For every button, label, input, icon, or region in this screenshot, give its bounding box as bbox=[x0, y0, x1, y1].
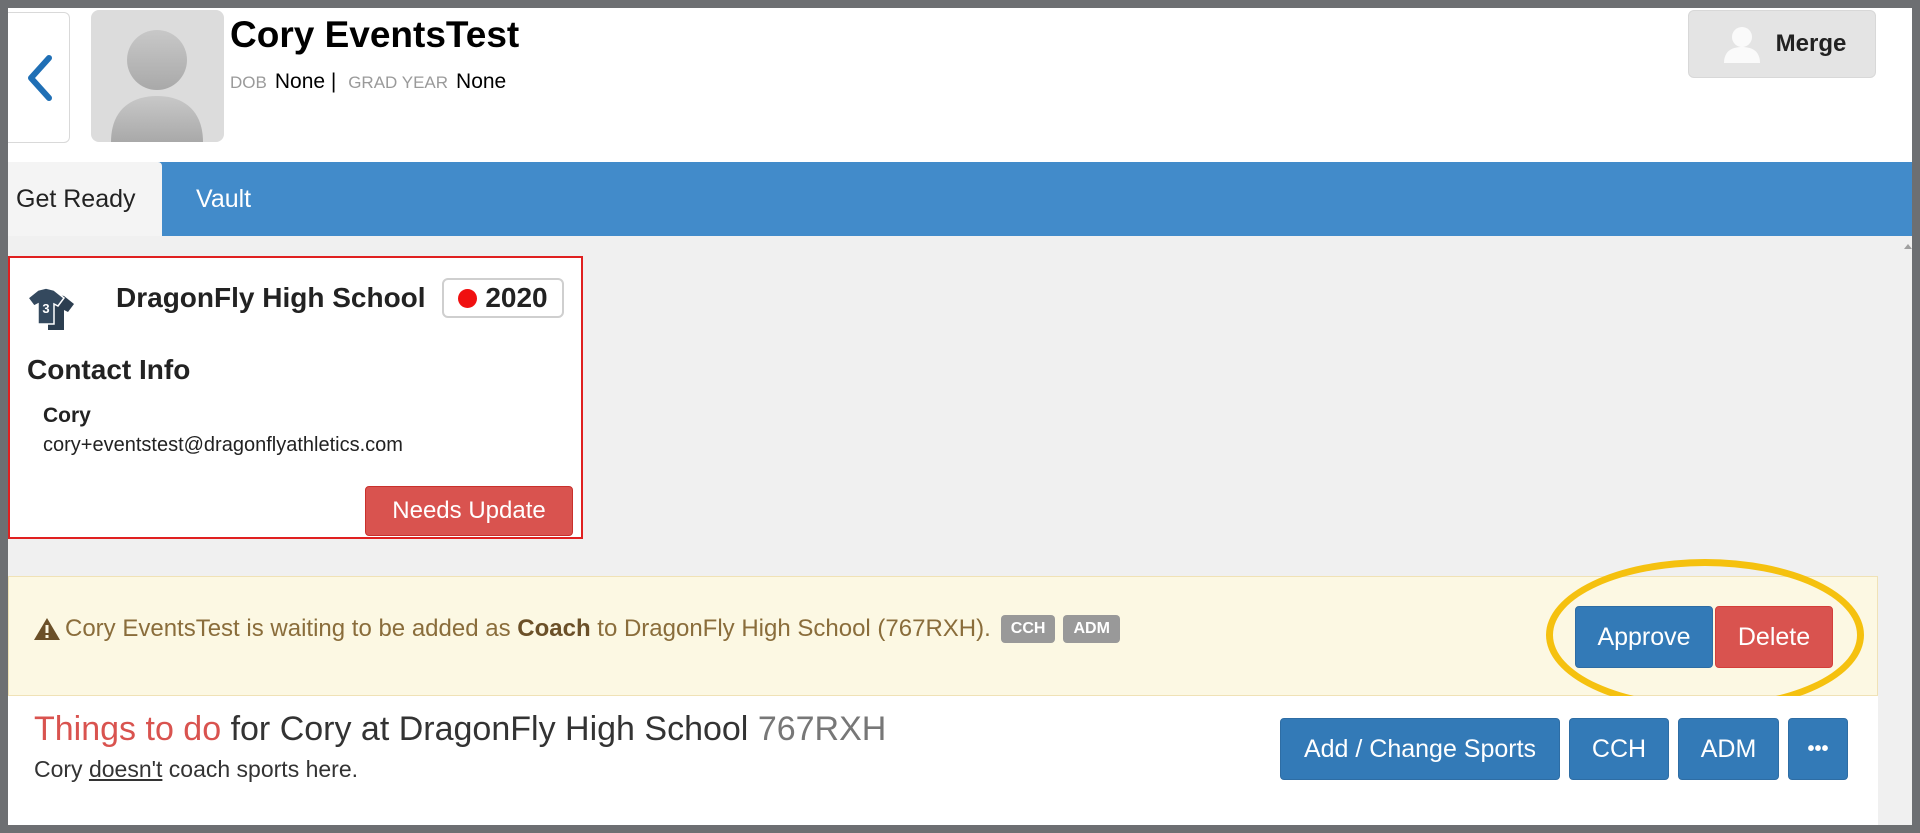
grad-year-value: None bbox=[456, 70, 507, 93]
warning-icon bbox=[34, 618, 60, 640]
tab-bar: Get Ready Vault bbox=[8, 162, 1912, 236]
chevron-left-icon bbox=[27, 54, 52, 101]
back-button[interactable] bbox=[8, 12, 70, 143]
contact-name: Cory bbox=[43, 404, 91, 427]
meta-separator: | bbox=[330, 70, 337, 93]
more-options-button[interactable]: ••• bbox=[1788, 718, 1848, 780]
profile-meta: DOB None | GRAD YEAR None bbox=[230, 70, 506, 94]
title-highlight: Things to do bbox=[34, 710, 222, 748]
grad-year-label: GRAD YEAR bbox=[348, 73, 449, 92]
dob-label: DOB bbox=[230, 73, 267, 92]
merge-button[interactable]: Merge bbox=[1688, 10, 1876, 78]
contact-info-heading: Contact Info bbox=[27, 354, 191, 385]
profile-name: Cory EventsTest bbox=[230, 14, 520, 55]
add-change-sports-button[interactable]: Add / Change Sports bbox=[1280, 718, 1560, 780]
cch-button[interactable]: CCH bbox=[1569, 718, 1669, 780]
adm-badge: ADM bbox=[1063, 615, 1120, 643]
things-to-do-subtitle: Cory doesn't coach sports here. bbox=[34, 756, 358, 783]
sub-after: coach sports here. bbox=[168, 756, 359, 782]
alert-text-before: Cory EventsTest is waiting to be added a… bbox=[65, 615, 511, 642]
avatar bbox=[91, 10, 224, 142]
title-middle: for Cory at DragonFly High School bbox=[230, 710, 749, 748]
app-window: Cory EventsTest DOB None | GRAD YEAR None … bbox=[8, 8, 1912, 825]
dob-value: None bbox=[274, 70, 326, 93]
tab-get-ready[interactable]: Get Ready bbox=[8, 162, 162, 236]
cch-badge: CCH bbox=[1000, 615, 1056, 643]
red-dot-icon bbox=[458, 288, 478, 308]
alert-role: Coach bbox=[517, 615, 591, 642]
delete-button[interactable]: Delete bbox=[1715, 606, 1833, 668]
alert-message: Cory EventsTest is waiting to be added a… bbox=[33, 615, 1120, 643]
title-school-code: 767RXH bbox=[757, 710, 887, 748]
year-badge: 2020 bbox=[442, 278, 564, 318]
profile-header: Cory EventsTest DOB None | GRAD YEAR None … bbox=[8, 8, 1912, 162]
year-value: 2020 bbox=[485, 282, 548, 313]
jersey-icon: 3 bbox=[26, 287, 74, 330]
school-card: 3 DragonFly High School 2020 Contact Inf… bbox=[8, 256, 583, 539]
alert-text-after: to DragonFly High School (767RXH). bbox=[597, 615, 991, 642]
jersey-number: 3 bbox=[42, 301, 49, 316]
things-to-do-panel: Things to do for Cory at DragonFly High … bbox=[8, 696, 1878, 825]
school-name: DragonFly High School bbox=[116, 282, 426, 313]
needs-update-button[interactable]: Needs Update bbox=[365, 486, 573, 536]
adm-button[interactable]: ADM bbox=[1678, 718, 1779, 780]
approve-button[interactable]: Approve bbox=[1575, 606, 1713, 668]
things-to-do-title: Things to do for Cory at DragonFly High … bbox=[34, 710, 886, 749]
scroll-up-arrow[interactable] bbox=[1904, 244, 1912, 249]
tab-vault[interactable]: Vault bbox=[196, 162, 251, 236]
sub-underlined: doesn't bbox=[88, 756, 163, 782]
contact-email: cory+eventstest@dragonflyathletics.com bbox=[43, 434, 403, 456]
user-icon bbox=[1723, 27, 1760, 63]
merge-label: Merge bbox=[1775, 30, 1847, 57]
user-silhouette-icon bbox=[111, 30, 203, 142]
sub-before: Cory bbox=[34, 756, 83, 782]
